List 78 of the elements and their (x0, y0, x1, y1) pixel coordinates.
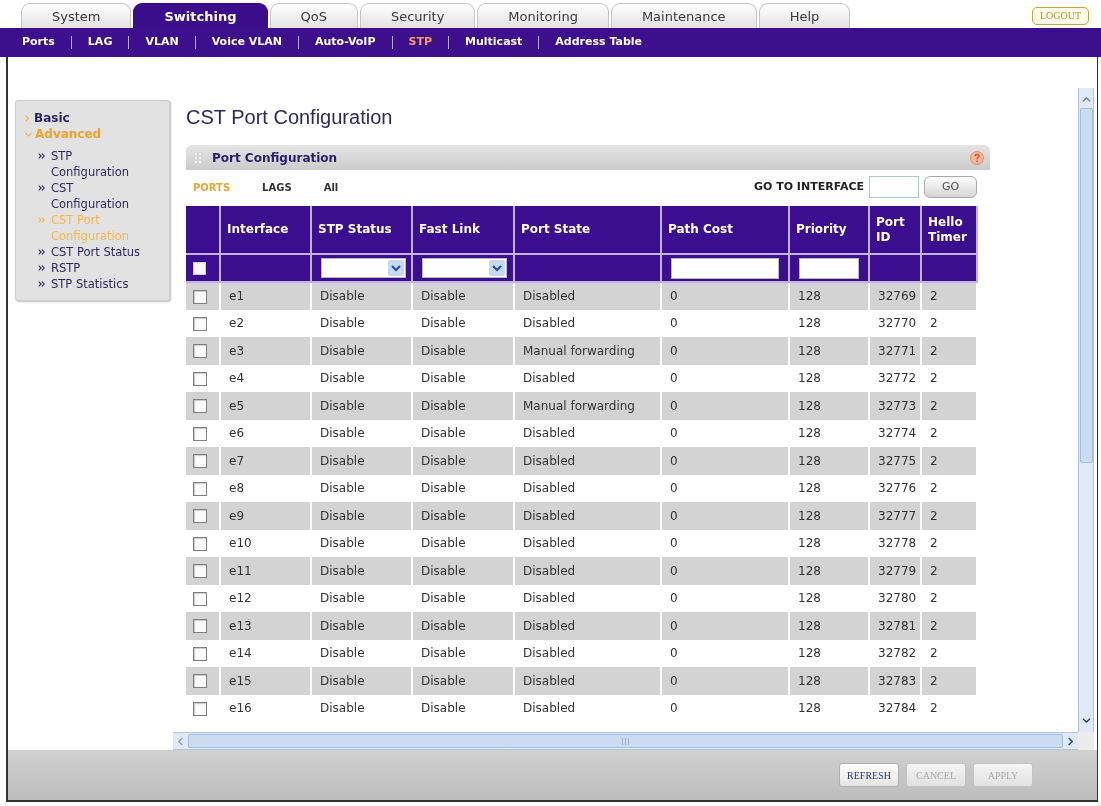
row-checkbox[interactable] (193, 536, 207, 551)
double-chevron-icon (38, 265, 45, 271)
select-all-checkbox[interactable] (193, 262, 206, 275)
grip-lines-icon (622, 737, 629, 745)
filter-input[interactable] (671, 257, 779, 279)
sub-nav-link[interactable]: Voice VLAN (211, 34, 282, 51)
action-button[interactable]: REFRESH (839, 763, 899, 787)
nav-tab[interactable]: Help (758, 3, 851, 28)
sub-nav-link[interactable]: STP (408, 34, 433, 51)
page-title: CST Port Configuration (186, 105, 394, 129)
nav-tab[interactable]: Switching (133, 3, 268, 28)
filter-dropdown[interactable] (422, 258, 507, 278)
table-cell: 32784 (869, 694, 921, 722)
go-to-interface-label: GO TO INTERFACE (753, 178, 864, 195)
row-checkbox[interactable] (193, 564, 207, 579)
double-chevron-icon (38, 217, 45, 223)
vertical-scrollbar[interactable] (1078, 88, 1094, 732)
sidebar-item[interactable]: Basic (16, 110, 169, 126)
row-checkbox[interactable] (193, 371, 207, 386)
chevron-right-icon[interactable] (1068, 736, 1073, 746)
interface-input[interactable] (869, 176, 919, 198)
row-checkbox[interactable] (193, 701, 207, 716)
panel-title: Port Configuration (212, 149, 338, 167)
double-chevron-icon (38, 281, 45, 287)
chevron-up-icon[interactable] (1081, 97, 1091, 102)
table-cell: 0 (661, 694, 789, 722)
double-chevron-icon (38, 249, 45, 255)
row-checkbox[interactable] (193, 674, 207, 689)
table-cell: 128 (789, 694, 869, 722)
sub-nav-link[interactable]: Address Table (555, 34, 643, 51)
chevron-left-icon[interactable] (178, 736, 183, 746)
caret-right-icon (25, 114, 29, 122)
row-checkbox[interactable] (193, 289, 207, 304)
sub-nav-link[interactable]: Auto-VoIP (314, 34, 376, 51)
row-checkbox[interactable] (193, 454, 207, 469)
sidebar-subitem[interactable]: CST Configuration (16, 180, 150, 212)
row-checkbox[interactable] (193, 646, 207, 661)
row-checkbox[interactable] (193, 399, 207, 414)
filter-tab[interactable]: All (323, 179, 339, 195)
nav-tab[interactable]: Maintenance (610, 3, 757, 28)
grip-icon (194, 151, 203, 164)
row-checkbox[interactable] (193, 316, 207, 331)
help-icon[interactable] (970, 150, 984, 165)
sub-nav-link[interactable]: Ports (22, 34, 55, 51)
scrollbar-corner (1078, 732, 1094, 750)
table-cell: 2 (921, 694, 977, 722)
sidebar-subitem[interactable]: STP Statistics (16, 276, 150, 292)
caret-down-icon (25, 131, 32, 137)
sub-nav-link[interactable]: VLAN (145, 34, 179, 51)
sub-nav-link[interactable]: LAG (87, 34, 113, 51)
row-checkbox[interactable] (193, 481, 207, 496)
table-cell: e16 (220, 694, 311, 722)
row-checkbox[interactable] (193, 426, 207, 441)
nav-tab[interactable]: System (21, 3, 132, 28)
row-checkbox[interactable] (193, 591, 207, 606)
chevron-down-icon[interactable] (1081, 718, 1091, 723)
sidebar-subitem[interactable]: RSTP (16, 260, 150, 276)
row-checkbox[interactable] (193, 344, 207, 359)
scrollbar-thumb[interactable] (1079, 108, 1093, 463)
table-cell: Disable (412, 694, 514, 722)
nav-tab[interactable]: QoS (269, 3, 358, 28)
scrollbar-thumb[interactable] (188, 734, 1063, 748)
double-chevron-icon (38, 185, 45, 191)
double-chevron-icon (38, 153, 45, 159)
nav-tab[interactable]: Monitoring (477, 3, 609, 28)
filter-tab[interactable]: LAGS (262, 179, 292, 195)
row-checkbox[interactable] (193, 619, 207, 634)
table-cell: Disabled (514, 694, 661, 722)
filter-dropdown[interactable] (321, 258, 406, 278)
filter-input[interactable] (799, 257, 859, 279)
sidebar-subitem[interactable]: STP Configuration (16, 148, 150, 180)
nav-tab[interactable]: Security (359, 3, 476, 28)
go-button[interactable]: GO (924, 176, 977, 198)
horizontal-scrollbar[interactable] (173, 732, 1078, 750)
sidebar-subitem[interactable]: CST Port Status (16, 244, 150, 260)
table-cell: Disable (311, 694, 412, 722)
sub-nav-link[interactable]: Multicast (465, 34, 523, 51)
row-checkbox[interactable] (193, 509, 207, 524)
